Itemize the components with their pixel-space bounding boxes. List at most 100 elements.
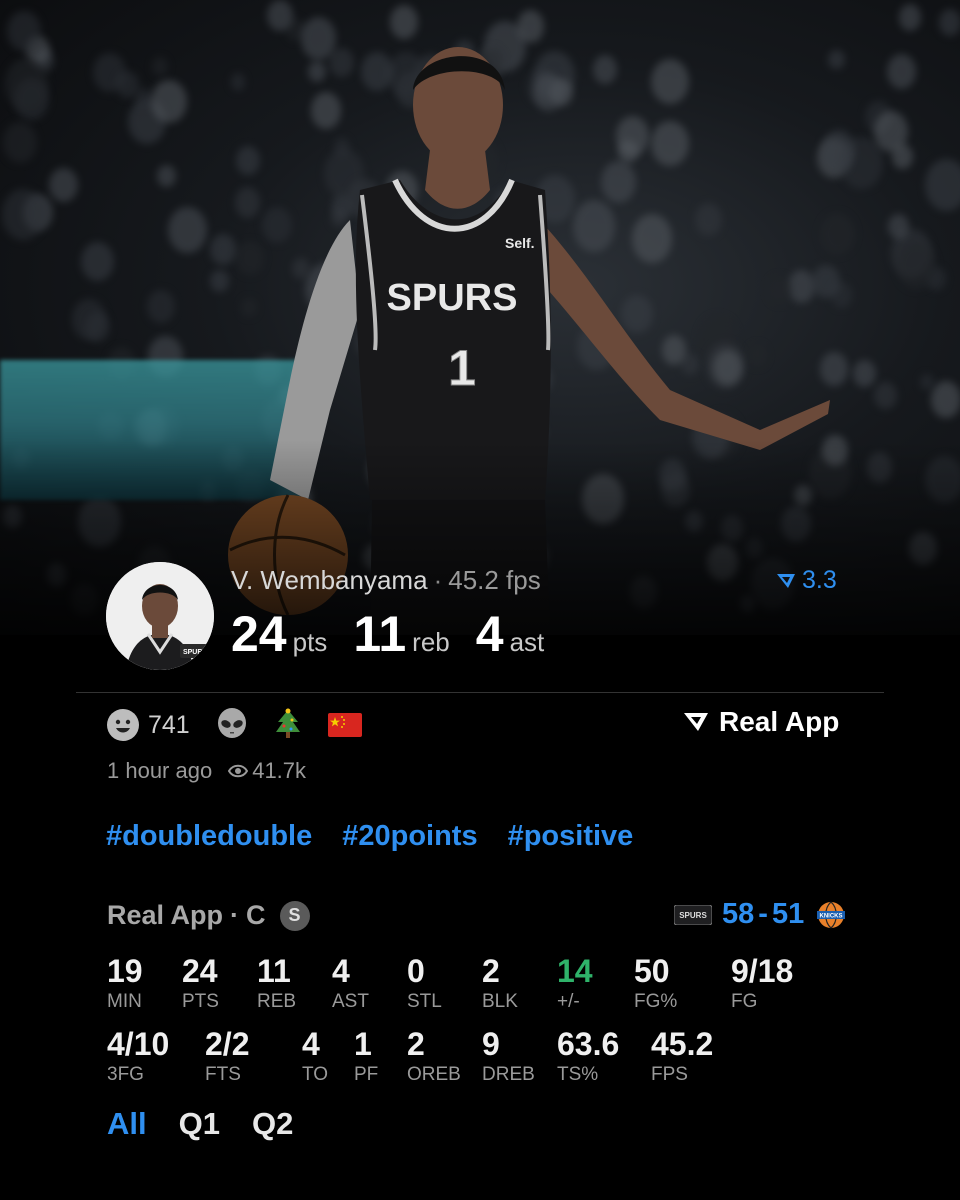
crowd-blur bbox=[873, 110, 908, 152]
stat-fg-pct: 50 FG% bbox=[634, 953, 677, 1013]
avatar-portrait-icon: SPURS bbox=[106, 562, 214, 670]
stat-label: +/- bbox=[557, 991, 580, 1012]
stat-label: BLK bbox=[482, 991, 518, 1012]
eye-icon bbox=[228, 764, 249, 778]
status-badge: S bbox=[279, 900, 310, 931]
stat-dreb: 9 DREB bbox=[482, 1026, 535, 1086]
rating-badge[interactable]: 3.3 bbox=[776, 566, 837, 595]
divider bbox=[76, 692, 884, 693]
stat-pf: 1 PF bbox=[354, 1026, 378, 1086]
crowd-blur bbox=[135, 88, 152, 108]
crowd-blur bbox=[896, 242, 936, 290]
hashtag-20points[interactable]: #20points bbox=[342, 820, 477, 853]
spurs-logo-icon: SPURS bbox=[674, 904, 712, 925]
box-score-header: Real App · C S bbox=[107, 900, 310, 931]
crowd-blur bbox=[874, 382, 897, 410]
stat-label: 3FG bbox=[107, 1064, 144, 1085]
box-source: Real App bbox=[107, 900, 224, 930]
tree-icon[interactable] bbox=[274, 708, 302, 742]
stat-oreb: 2 OREB bbox=[407, 1026, 461, 1086]
crowd-blur bbox=[147, 289, 176, 324]
stat-value: 45.2 bbox=[651, 1026, 714, 1062]
jersey-number-text: 1 bbox=[448, 340, 476, 396]
crowd-blur bbox=[924, 158, 960, 211]
period-tabs: All Q1 Q2 bbox=[107, 1106, 293, 1142]
stat-value: 24 bbox=[182, 953, 218, 989]
post-meta: 1 hour ago 41.7k bbox=[107, 758, 306, 784]
rating-value: 3.3 bbox=[802, 566, 837, 594]
real-logo-icon bbox=[777, 573, 795, 588]
stat-reb: 11 REB bbox=[257, 953, 296, 1013]
stat-label: FPS bbox=[651, 1064, 688, 1085]
crowd-blur bbox=[81, 242, 114, 282]
real-logo-icon bbox=[684, 713, 708, 731]
stat-value: 4/10 bbox=[107, 1026, 170, 1062]
score-dash: - bbox=[758, 898, 768, 930]
crowd-blur bbox=[157, 165, 176, 188]
stat-value: 11 bbox=[257, 953, 291, 989]
stat-label: REB bbox=[257, 991, 297, 1012]
views: 41.7k bbox=[228, 758, 306, 784]
stat-value: 63.6 bbox=[557, 1026, 620, 1062]
tab-q1[interactable]: Q1 bbox=[179, 1106, 220, 1142]
crowd-blur bbox=[853, 359, 877, 388]
smile-icon[interactable] bbox=[106, 708, 140, 742]
home-score: 58 bbox=[722, 898, 755, 930]
crowd-blur bbox=[150, 80, 187, 124]
time-ago: 1 hour ago bbox=[107, 758, 213, 783]
stat-3fg: 4/10 3FG bbox=[107, 1026, 169, 1086]
player-name[interactable]: V. Wembanyama bbox=[231, 565, 428, 595]
separator-dot: · bbox=[433, 565, 443, 595]
crowd-blur bbox=[888, 213, 909, 239]
hashtag-doubledouble[interactable]: #doubledouble bbox=[106, 820, 312, 853]
game-score[interactable]: SPURS 58-51 KNICKS bbox=[674, 898, 848, 931]
stat-pts: 24 PTS bbox=[182, 953, 219, 1013]
stat-label: FTS bbox=[205, 1064, 241, 1085]
player-fps: 45.2 fps bbox=[448, 565, 541, 595]
stat-value: 2 bbox=[407, 1026, 425, 1062]
alien-icon[interactable] bbox=[216, 708, 248, 742]
crowd-blur bbox=[899, 4, 922, 31]
view-count: 41.7k bbox=[252, 758, 307, 783]
separator-dot: · bbox=[230, 900, 240, 930]
stat-ast: 4 AST bbox=[332, 953, 369, 1013]
real-app-brand[interactable]: Real App bbox=[683, 706, 839, 738]
hero-photo: SPURS 1 Self. bbox=[0, 0, 960, 635]
headline-ast-value: 4 bbox=[475, 606, 504, 662]
china-flag-icon[interactable] bbox=[327, 713, 362, 737]
stat-fps: 45.2 FPS bbox=[651, 1026, 713, 1086]
crowd-blur bbox=[1, 189, 45, 241]
stat-stl: 0 STL bbox=[407, 953, 442, 1013]
headline-reb-value: 11 bbox=[353, 606, 407, 662]
tab-q2[interactable]: Q2 bbox=[252, 1106, 293, 1142]
stat-blk: 2 BLK bbox=[482, 953, 518, 1013]
tab-all[interactable]: All bbox=[107, 1106, 147, 1142]
stat-plus-minus: 14 +/- bbox=[557, 953, 593, 1013]
player-avatar[interactable]: SPURS bbox=[106, 562, 214, 670]
stat-value: 4 bbox=[302, 1026, 320, 1062]
brand-label: Real App bbox=[719, 706, 840, 737]
crowd-blur bbox=[151, 56, 168, 77]
stat-label: PTS bbox=[182, 991, 219, 1012]
stat-label: TS% bbox=[557, 1064, 599, 1085]
crowd-blur bbox=[930, 381, 960, 418]
jersey-team-text: SPURS bbox=[387, 277, 518, 319]
stat-label: MIN bbox=[107, 991, 142, 1012]
headline-pts-value: 24 bbox=[231, 606, 287, 662]
stat-value: 0 bbox=[407, 953, 425, 989]
box-position: C bbox=[246, 900, 266, 930]
knicks-logo-icon: KNICKS bbox=[817, 901, 846, 928]
stat-value: 19 bbox=[107, 953, 143, 989]
stat-label: DREB bbox=[482, 1064, 535, 1085]
crowd-blur bbox=[116, 70, 139, 98]
stat-label: PF bbox=[354, 1064, 379, 1085]
stat-to: 4 TO bbox=[302, 1026, 328, 1086]
stat-label: STL bbox=[407, 991, 442, 1012]
crowd-blur bbox=[7, 10, 41, 52]
headline-pts-unit: pts bbox=[292, 627, 328, 657]
reaction-count: 741 bbox=[148, 710, 190, 739]
headline-ast-unit: ast bbox=[509, 627, 545, 657]
jersey-sponsor-text: Self. bbox=[505, 235, 535, 251]
stat-label: FG% bbox=[634, 991, 678, 1012]
hashtag-positive[interactable]: #positive bbox=[508, 820, 634, 853]
